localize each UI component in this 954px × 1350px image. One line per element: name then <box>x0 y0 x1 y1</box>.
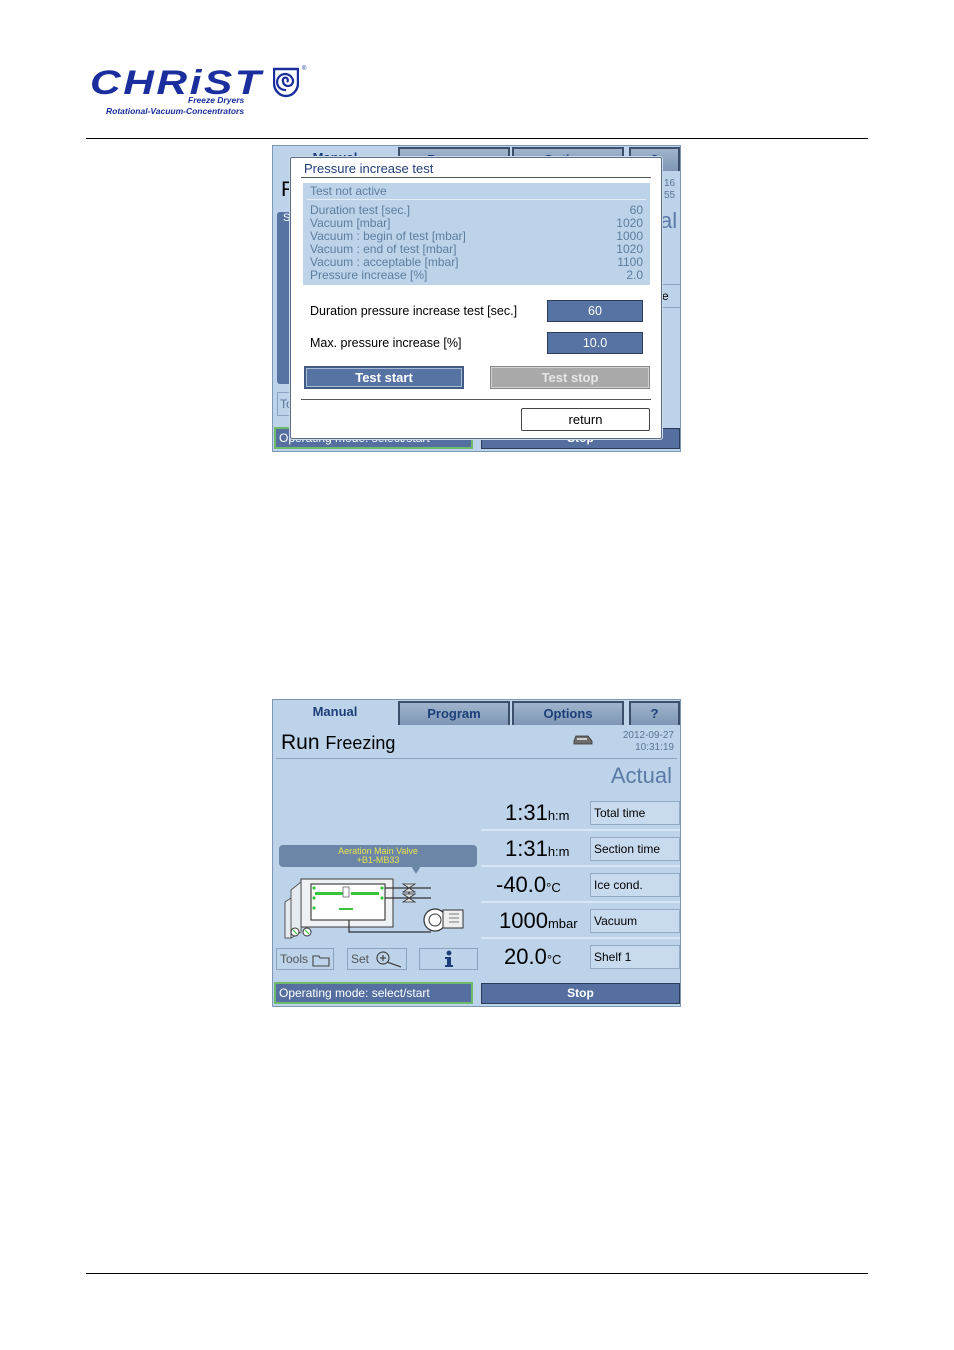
printer-icon <box>573 735 593 745</box>
date: 2012-09-27 <box>622 730 674 741</box>
registered-mark: ® <box>302 66 307 72</box>
test-stop-button[interactable]: Test stop <box>490 366 650 389</box>
total-time-label[interactable]: Total time <box>590 801 680 825</box>
vacuum-value: 1000mbar <box>499 908 578 933</box>
footer-rule <box>86 1273 868 1274</box>
stop-button[interactable]: Stop <box>481 983 680 1004</box>
bg-label-fragment: e <box>661 284 680 308</box>
date-time: 2012-09-27 10:31:19 <box>623 730 674 754</box>
return-button[interactable]: return <box>521 408 650 431</box>
duration-label: Duration pressure increase test [sec.] <box>310 304 518 318</box>
info-value: 2.0 <box>626 268 643 282</box>
info-button[interactable] <box>419 948 478 970</box>
test-status: Test not active <box>310 184 387 198</box>
header-rule <box>86 138 868 139</box>
tools-button[interactable]: Tools <box>276 948 334 970</box>
bg-time-fragment: 55 <box>664 190 676 201</box>
run-label: Run <box>281 731 320 754</box>
screenshot-run-freezing: Manual Program Options ? Run Freezing 20… <box>272 699 681 1007</box>
tab-help[interactable]: ? <box>629 701 680 725</box>
bg-actual-fragment: al <box>660 208 678 233</box>
phase-label: Freezing <box>325 733 396 753</box>
valve-tooltip: Aeration Main Valve +B1-MB33 <box>279 845 477 867</box>
info-row: Pressure increase [%] 2.0 <box>310 269 643 282</box>
freeze-dryer-schematic <box>284 878 464 939</box>
operating-mode-button[interactable]: Operating mode: select/start <box>274 982 473 1004</box>
tools-label: Tools <box>280 952 309 966</box>
tab-bar: Manual Program Options ? <box>273 700 680 726</box>
christ-logo: CHRiST Freeze Dryers Rotational-Vacuum-C… <box>88 66 312 118</box>
row-divider <box>481 865 680 867</box>
zoom-in-icon <box>376 951 402 968</box>
dialog-title-divider <box>301 177 651 178</box>
logo-tagline-1: Freeze Dryers <box>188 95 245 105</box>
dialog-title: Pressure increase test <box>304 161 434 176</box>
total-time-value: 1:31h:m <box>505 800 570 825</box>
vacuum-label[interactable]: Vacuum <box>590 909 680 933</box>
run-status-title: Run Freezing <box>281 731 395 755</box>
info-label: Vacuum : begin of test [mbar] <box>310 229 466 243</box>
ice-cond-label[interactable]: Ice cond. <box>590 873 680 897</box>
max-increase-label: Max. pressure increase [%] <box>310 336 462 350</box>
dialog-divider <box>301 399 651 400</box>
info-label: Vacuum : acceptable [mbar] <box>310 255 459 269</box>
title-divider <box>276 758 677 759</box>
info-label: Vacuum [mbar] <box>310 216 391 230</box>
tab-options[interactable]: Options <box>512 701 624 725</box>
actual-heading: Actual <box>610 763 672 788</box>
set-label: Set <box>351 952 370 966</box>
bg-date-fragment: 16 <box>664 178 676 189</box>
tab-program[interactable]: Program <box>398 701 510 725</box>
test-start-button[interactable]: Test start <box>304 366 464 389</box>
pressure-test-dialog: Pressure increase test Test not active D… <box>290 157 662 439</box>
info-label: Vacuum : end of test [mbar] <box>310 242 457 256</box>
row-divider <box>481 829 680 831</box>
info-label: Pressure increase [%] <box>310 268 428 282</box>
shelf-label[interactable]: Shelf 1 <box>590 945 680 969</box>
max-increase-input[interactable]: 10.0 <box>547 332 643 354</box>
duration-input[interactable]: 60 <box>547 300 643 322</box>
section-time-label[interactable]: Section time <box>590 837 680 861</box>
folder-icon <box>312 955 330 967</box>
tooltip-line-2: +B1-MB33 <box>356 855 400 865</box>
shelf-value: 20.0°C <box>504 944 562 969</box>
info-divider <box>307 199 646 200</box>
logo-tagline-2: Rotational-Vacuum-Concentrators <box>106 106 245 116</box>
time: 10:31:19 <box>635 742 674 753</box>
info-icon <box>445 950 453 967</box>
tab-manual[interactable]: Manual <box>274 701 396 725</box>
row-divider <box>481 937 680 939</box>
test-info-panel: Test not active Duration test [sec.] 60 V… <box>303 183 650 285</box>
status-bar: Operating mode: select/start Stop <box>273 980 680 1006</box>
row-divider <box>481 901 680 903</box>
ice-cond-value: -40.0°C <box>496 872 561 897</box>
section-time-value: 1:31h:m <box>505 836 570 861</box>
info-label: Duration test [sec.] <box>310 203 411 217</box>
set-button[interactable]: Set <box>347 948 407 970</box>
swirl-icon <box>273 67 299 98</box>
